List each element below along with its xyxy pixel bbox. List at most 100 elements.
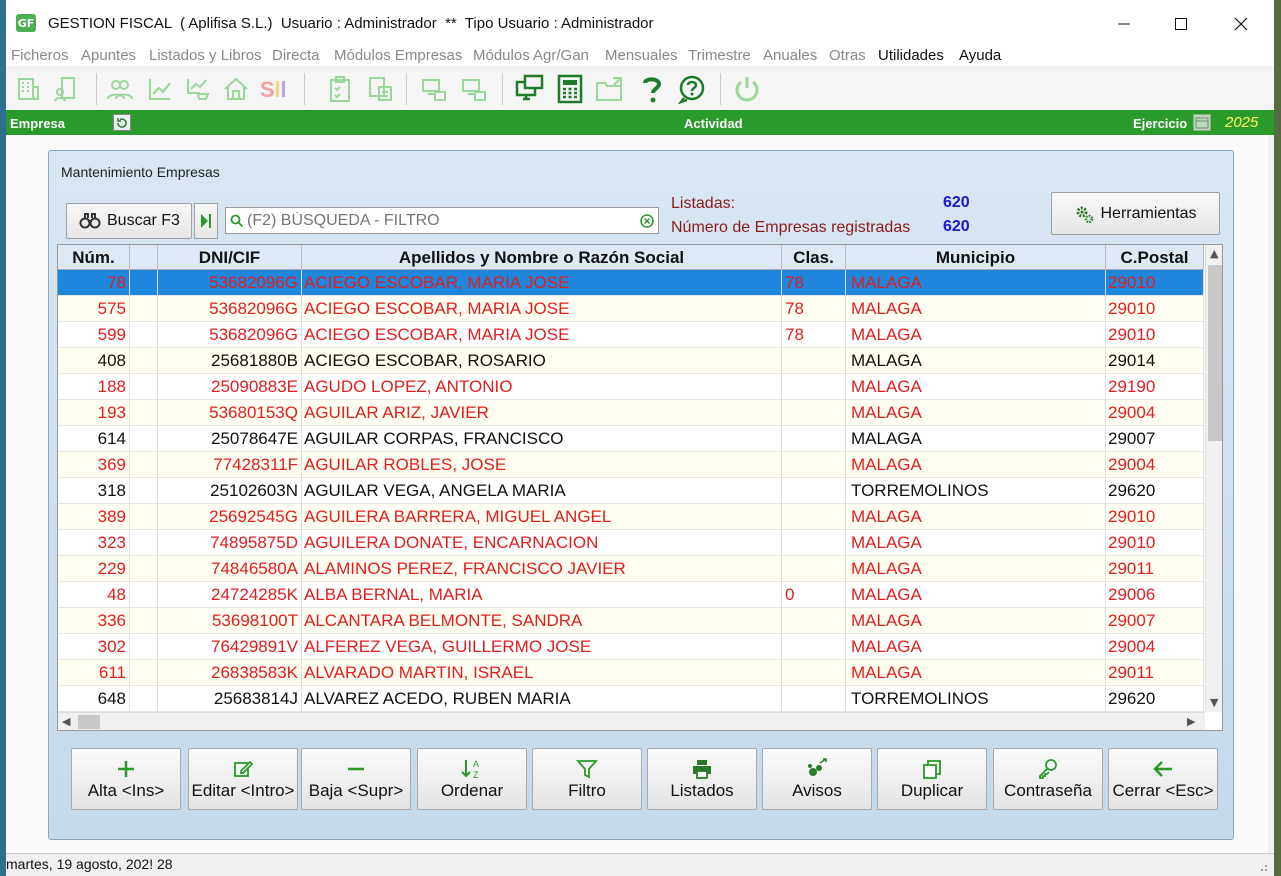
menu-item-apuntes[interactable]: Apuntes [81,47,136,64]
monitor-tax-icon[interactable] [458,73,490,105]
home-icon[interactable] [220,73,252,105]
menu-item-trimestre[interactable]: Trimestre [688,47,751,64]
scroll-left-icon[interactable]: ◀ [62,715,70,728]
column-num[interactable]: Núm. [58,245,130,270]
table-row[interactable]: 48 24724285K ALBA BERNAL, MARIA 0 MALAGA 2900… [58,582,1204,608]
table-row[interactable]: 193 53680153Q AGUILAR ARIZ, JAVIER MALAGA 29… [58,400,1204,426]
cell-clas [782,452,846,478]
computers-icon[interactable] [514,73,546,105]
close-button[interactable] [1218,8,1264,40]
menu-item-ficheros[interactable]: Ficheros [11,47,69,64]
sii-icon[interactable]: S [258,73,290,105]
cerrar-button[interactable]: Cerrar <Esc> [1108,748,1218,810]
help-icon[interactable] [636,73,668,105]
document-sheet-icon[interactable] [364,73,396,105]
column-name[interactable]: Apellidos y Nombre o Razón Social [302,245,782,270]
table-row[interactable]: 599 53682096G ACIEGO ESCOBAR, MARIA JOSE 78… [58,322,1204,348]
column-cpostal[interactable]: C.Postal [1106,245,1204,270]
vertical-scroll-thumb[interactable] [1208,265,1222,441]
search-input[interactable] [247,211,632,230]
editar-button[interactable]: Editar <Intro> [188,748,298,810]
scroll-right-icon[interactable]: ▶ [1187,715,1195,728]
listados-button[interactable]: Listados [647,748,757,810]
cell-num: 302 [58,634,130,660]
menu-item-mensuales[interactable]: Mensuales [605,47,678,64]
chart-cart-icon[interactable] [182,73,214,105]
users-icon[interactable] [104,73,136,105]
maximize-button[interactable] [1158,8,1204,40]
horizontal-scrollbar[interactable]: ◀ ▶ [58,712,1205,730]
window-title: GESTION FISCAL ( Aplifisa S.L.) Usuario … [48,15,654,32]
chart-up-icon[interactable] [144,73,176,105]
search-button[interactable]: Buscar F3 [66,203,192,239]
vertical-scrollbar[interactable]: ▲ ▼ [1205,245,1222,712]
menu-item-utilidades[interactable]: Utilidades [878,47,944,64]
table-row[interactable]: 575 53682096G ACIEGO ESCOBAR, MARIA JOSE 78… [58,296,1204,322]
company-user-icon[interactable] [50,73,82,105]
filter-icon [576,757,598,781]
table-row[interactable]: 188 25090883E AGUDO LOPEZ, ANTONIO MALAGA 29… [58,374,1204,400]
ordenar-button[interactable]: A Z Ordenar [417,748,527,810]
column-dni[interactable]: DNI/CIF [158,245,302,270]
column-municipio[interactable]: Municipio [846,245,1106,270]
menu-item-anuales[interactable]: Anuales [763,47,817,64]
table-row[interactable]: 408 25681880B ACIEGO ESCOBAR, ROSARIO MALAG… [58,348,1204,374]
power-icon[interactable] [731,73,763,105]
cell-name: ALVAREZ ACEDO, RUBEN MARIA [302,686,782,712]
toolbar-separator [502,73,503,105]
table-row[interactable]: 318 25102603N AGUILAR VEGA, ANGELA MARIA TO… [58,478,1204,504]
select-company-button[interactable] [113,114,131,131]
clipboard-icon[interactable] [324,73,356,105]
menu-item-directa[interactable]: Directa [272,47,320,64]
duplicar-button[interactable]: Duplicar [877,748,987,810]
table-row[interactable]: 323 74895875D AGUILERA DONATE, ENCARNACION… [58,530,1204,556]
table-row[interactable]: 302 76429891V ALFEREZ VEGA, GUILLERMO JOSE… [58,634,1204,660]
export-folder-icon[interactable] [594,73,626,105]
table-row[interactable]: 614 25078647E AGUILAR CORPAS, FRANCISCO MAL… [58,426,1204,452]
search-next-button[interactable] [194,203,218,239]
cell-dni: 26838583K [158,660,302,686]
minimize-button[interactable] [1101,8,1147,40]
menu-item-módulos-agr-gan[interactable]: Módulos Agr/Gan [473,47,589,64]
menu-item-listados-y-libros[interactable]: Listados y Libros [149,47,262,64]
avisos-button[interactable]: Avisos [762,748,872,810]
cell-cp: 29010 [1106,296,1204,322]
table-row[interactable]: 611 26838583K ALVARADO MARTIN, ISRAEL MALAG… [58,660,1204,686]
herramientas-button[interactable]: Herramientas [1051,192,1220,235]
cell-dni: 74846580A [158,556,302,582]
resize-grip-icon[interactable] [1258,862,1268,872]
cell-name: ACIEGO ESCOBAR, MARIA JOSE [302,296,782,322]
cell-mun: MALAGA [846,452,1106,478]
baja-button[interactable]: Baja <Supr> [301,748,411,810]
table-row[interactable]: 389 25692545G AGUILERA BARRERA, MIGUEL ANG… [58,504,1204,530]
companies-icon[interactable] [12,73,44,105]
filtro-button[interactable]: Filtro [532,748,642,810]
chat-question-icon[interactable] [676,73,708,105]
ordenar-button-label: Ordenar [440,781,504,800]
monitor-data-icon[interactable] [418,73,450,105]
menu-item-otras[interactable]: Otras [829,47,866,64]
table-row[interactable]: 229 74846580A ALAMINOS PEREZ, FRANCISCO JA… [58,556,1204,582]
ejercicio-label: Ejercicio [1133,116,1188,131]
menu-item-módulos-empresas[interactable]: Módulos Empresas [334,47,462,64]
contrasena-button[interactable]: Contraseña [993,748,1103,810]
alta-button[interactable]: Alta <Ins> [71,748,181,810]
calculator-icon[interactable] [554,73,586,105]
ejercicio-calendar-button[interactable] [1193,114,1211,131]
cell-mun: TORREMOLINOS [846,478,1106,504]
toolbar: S [6,67,1274,110]
column-clas[interactable]: Clas. [782,245,846,270]
scroll-down-icon[interactable]: ▼ [1210,696,1218,709]
horizontal-scroll-thumb[interactable] [78,715,100,729]
table-row[interactable]: 648 25683814J ALVAREZ ACEDO, RUBEN MARIA TO… [58,686,1204,712]
table-row[interactable]: 336 53698100T ALCANTARA BELMONTE, SANDRA MA… [58,608,1204,634]
table-row[interactable]: 369 77428311F AGUILAR ROBLES, JOSE MALAGA 29… [58,452,1204,478]
search-field[interactable] [225,207,659,234]
table-row[interactable]: 78 53682096G ACIEGO ESCOBAR, MARIA JOSE 78 M… [58,270,1204,296]
cell-name: ALFEREZ VEGA, GUILLERMO JOSE [302,634,782,660]
clear-search-icon[interactable] [640,213,654,228]
menu-item-ayuda[interactable]: Ayuda [959,47,1001,64]
editar-button-label: Editar <Intro> [191,781,295,800]
cell-dni: 53682096G [158,296,302,322]
scroll-up-icon[interactable]: ▲ [1210,247,1218,260]
